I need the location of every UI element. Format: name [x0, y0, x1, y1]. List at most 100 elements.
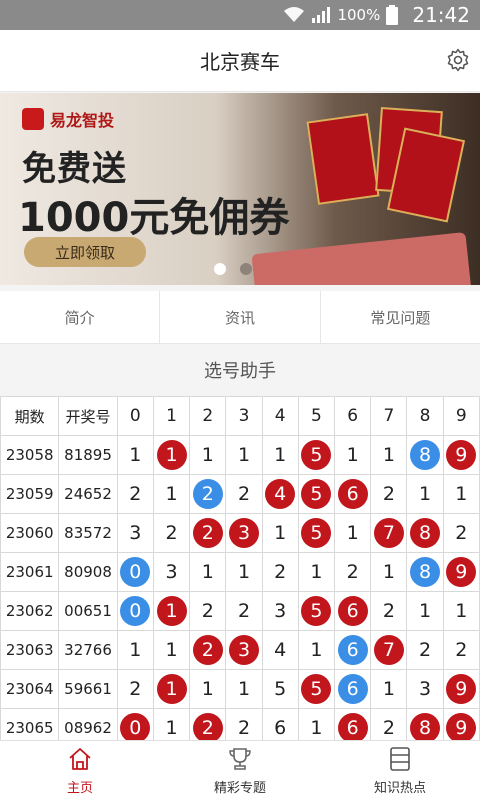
clock: 21:42 — [412, 3, 470, 27]
digit-cell: 3 — [406, 669, 444, 709]
brand-logo: 易龙智投 — [22, 107, 114, 131]
hit-ball-red: 7 — [373, 635, 404, 665]
hit-ball-red: 1 — [156, 596, 187, 626]
hit-ball-red: 5 — [301, 479, 332, 509]
hit-ball-red: 5 — [301, 674, 332, 704]
digit-cell: 2 — [225, 474, 263, 514]
digit-cell: 2 — [442, 630, 480, 670]
draw-code: 81895 — [58, 435, 118, 475]
table-row: 23059 24652 2 1 2 2 4 5 6 2 1 1 — [0, 474, 480, 514]
draw-code: 83572 — [58, 513, 118, 553]
hit-ball-red: 2 — [192, 713, 223, 743]
wifi-icon — [284, 7, 305, 22]
hit-ball-blue: 6 — [337, 635, 368, 665]
digit-cell: 4 — [261, 630, 299, 670]
table-row: 23062 00651 0 1 2 2 3 5 6 2 1 1 — [0, 591, 480, 631]
digit-cell: 1 — [225, 669, 263, 709]
hit-ball-red: 9 — [446, 713, 477, 743]
hit-ball-red: 6 — [337, 479, 368, 509]
digit-cell: 2 — [406, 630, 444, 670]
digit-cell: 1 — [406, 591, 444, 631]
draw-code: 59661 — [58, 669, 118, 709]
digit-cell: 3 — [152, 552, 191, 592]
digit-cell: 2 — [261, 552, 299, 592]
hit-ball-red: 9 — [446, 557, 477, 587]
info-tabs: 简介 资讯 常见问题 — [0, 291, 480, 344]
issue-number: 23058 — [0, 435, 60, 475]
column-header-digit: 8 — [406, 396, 444, 436]
digit-cell: 9 — [442, 435, 480, 475]
hit-ball-red: 2 — [192, 518, 223, 548]
hit-ball-red: 9 — [446, 440, 477, 470]
nav-featured-label: 精彩专题 — [213, 781, 266, 796]
carousel-dot[interactable] — [240, 263, 252, 275]
table-header-row: 期数 开奖号 0 1 2 3 4 5 6 7 8 9 — [0, 396, 480, 436]
home-icon — [69, 748, 91, 770]
table-row: 23061 80908 0 3 1 1 2 1 2 1 8 9 — [0, 552, 480, 592]
digit-cell: 5 — [297, 669, 336, 709]
claim-now-button[interactable]: 立即领取 — [24, 237, 146, 267]
gear-icon[interactable] — [446, 48, 470, 72]
tab-intro[interactable]: 简介 — [0, 291, 161, 343]
trophy-icon — [229, 748, 251, 770]
issue-number: 23061 — [0, 552, 60, 592]
digit-cell: 5 — [297, 513, 336, 553]
digit-cell: 6 — [334, 630, 372, 670]
hit-ball-red: 8 — [410, 713, 441, 743]
top-nav-bar: 北京赛车 — [0, 30, 480, 92]
column-header-digit: 2 — [189, 396, 227, 436]
digit-cell: 2 — [116, 669, 154, 709]
digit-cell: 8 — [406, 435, 444, 475]
number-picker-table: 期数 开奖号 0 1 2 3 4 5 6 7 8 9 23058 81895 1 1 1 1 1 5 1 1 8 9 2305… — [0, 396, 480, 748]
digit-cell: 1 — [261, 513, 299, 553]
hit-ball-red: 5 — [301, 596, 332, 626]
nav-featured[interactable]: 精彩专题 — [160, 741, 320, 800]
draw-code: 00651 — [58, 591, 118, 631]
digit-cell: 1 — [334, 435, 372, 475]
digit-cell: 2 — [189, 630, 227, 670]
table-row: 23060 83572 3 2 2 3 1 5 1 7 8 2 — [0, 513, 480, 553]
battery-percent: 100% — [337, 6, 381, 24]
digit-cell: 0 — [116, 591, 154, 631]
digit-cell: 1 — [261, 435, 299, 475]
hit-ball-red: 1 — [156, 440, 187, 470]
digit-cell: 9 — [442, 669, 480, 709]
digit-cell: 3 — [225, 513, 263, 553]
digit-cell: 1 — [189, 435, 227, 475]
draw-code: 32766 — [58, 630, 118, 670]
digit-cell: 1 — [225, 435, 263, 475]
column-header-digit: 5 — [297, 396, 336, 436]
battery-icon — [386, 5, 399, 25]
digit-cell: 1 — [152, 669, 191, 709]
column-header-digit: 1 — [152, 396, 191, 436]
digit-cell: 6 — [334, 474, 372, 514]
hit-ball-red: 6 — [337, 596, 368, 626]
nav-knowledge[interactable]: 知识热点 — [320, 741, 480, 800]
draw-code: 24652 — [58, 474, 118, 514]
banner-subheadline: 1000元免佣券 — [18, 195, 290, 241]
table-row: 23063 32766 1 1 2 3 4 1 6 7 2 2 — [0, 630, 480, 670]
hit-ball-red: 3 — [228, 518, 259, 548]
hit-ball-blue: 2 — [192, 479, 223, 509]
digit-cell: 3 — [225, 630, 263, 670]
digit-cell: 1 — [152, 591, 191, 631]
digit-cell: 1 — [189, 669, 227, 709]
bottom-tab-bar: 主页 精彩专题 知识热点 — [0, 740, 480, 800]
digit-cell: 9 — [442, 552, 480, 592]
digit-cell: 1 — [189, 552, 227, 592]
tab-faq[interactable]: 常见问题 — [321, 291, 480, 343]
digit-cell: 6 — [334, 591, 372, 631]
nav-knowledge-label: 知识热点 — [373, 781, 426, 796]
digit-cell: 1 — [116, 435, 154, 475]
hit-ball-red: 1 — [156, 674, 187, 704]
digit-cell: 1 — [225, 552, 263, 592]
digit-cell: 7 — [370, 513, 408, 553]
digit-cell: 0 — [116, 552, 154, 592]
digit-cell: 2 — [225, 591, 263, 631]
promo-banner[interactable]: 易龙智投 免费送 1000元免佣券 立即领取 — [0, 93, 480, 285]
column-header-digit: 7 — [370, 396, 408, 436]
carousel-dot-active[interactable] — [214, 263, 226, 275]
nav-home[interactable]: 主页 — [0, 741, 160, 800]
nav-home-label: 主页 — [66, 781, 93, 796]
tab-news[interactable]: 资讯 — [160, 291, 321, 343]
